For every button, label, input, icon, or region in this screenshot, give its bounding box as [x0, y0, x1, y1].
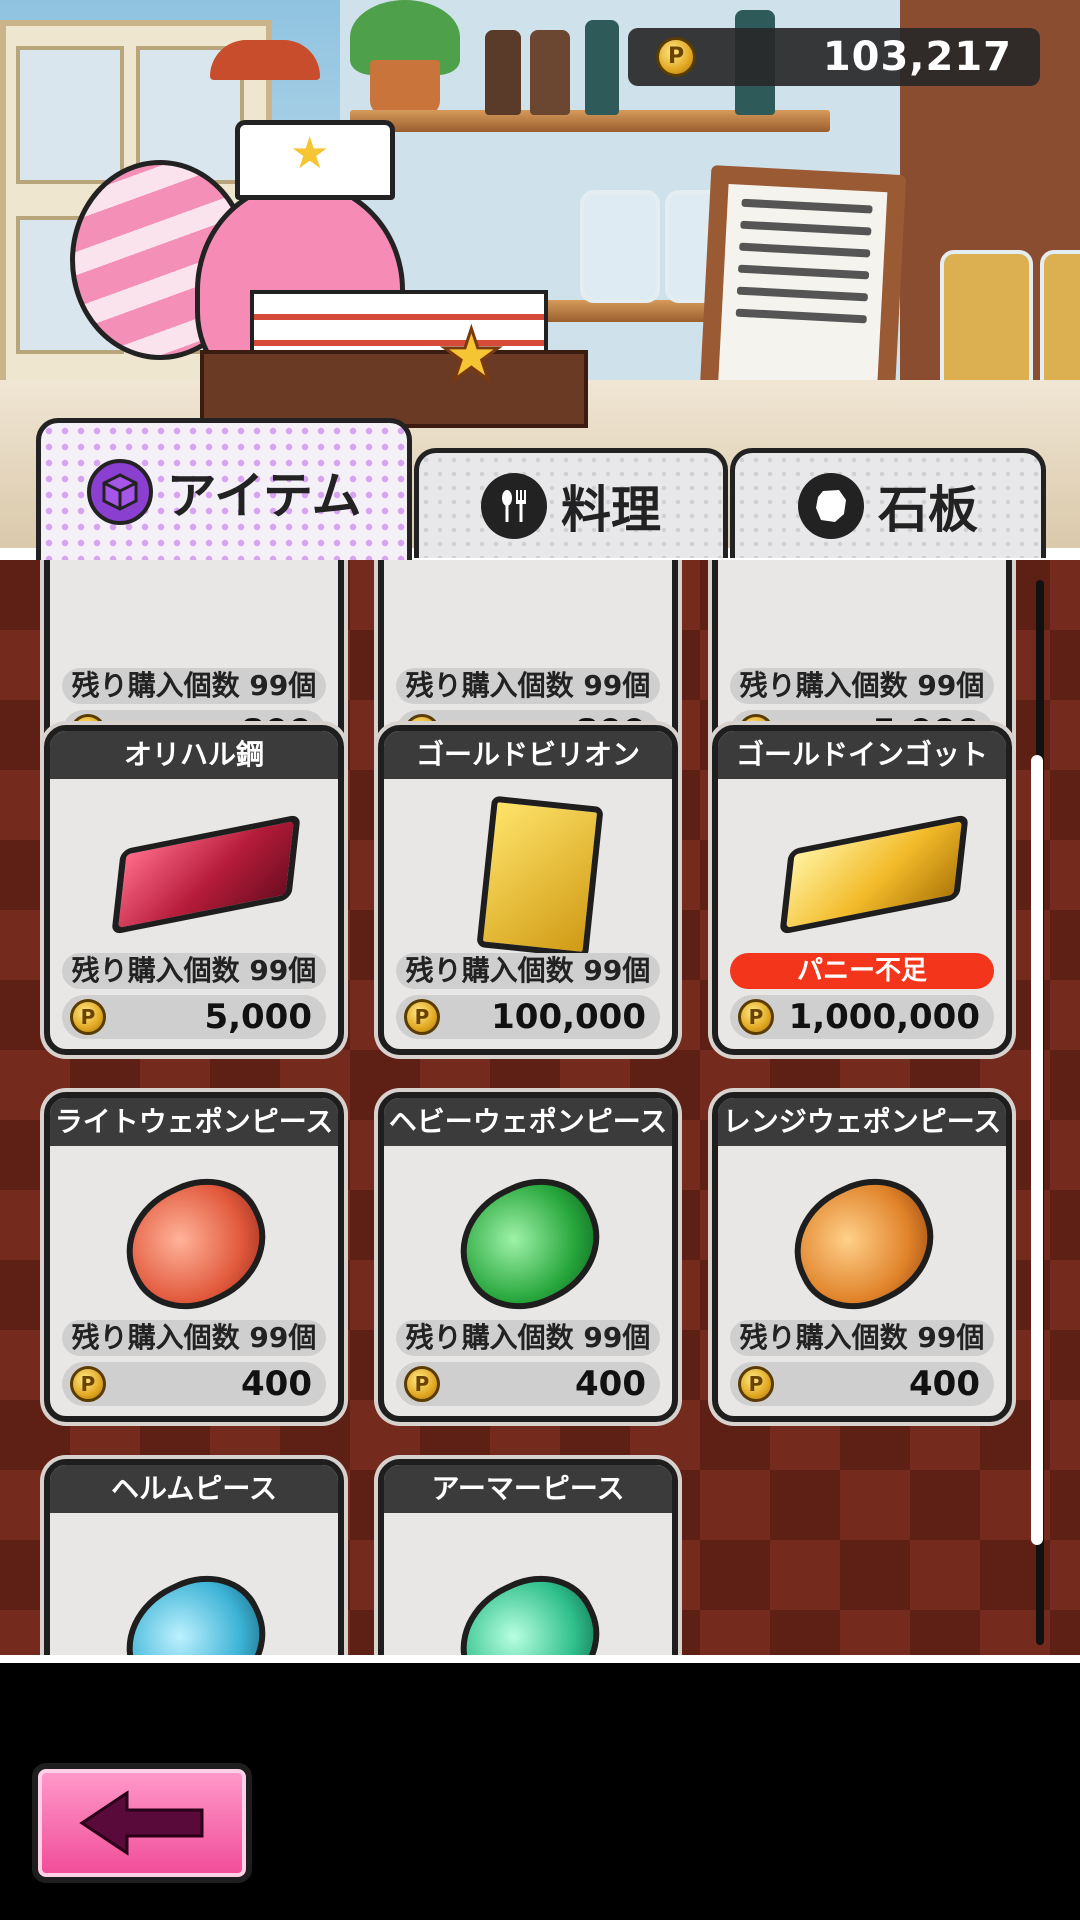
tab-cooking[interactable]: 料理 [414, 448, 728, 558]
item-name: ヘルムピース [50, 1465, 338, 1513]
price-value: 100,000 [491, 997, 646, 1037]
bottle [485, 30, 521, 115]
remaining-stock: 残り購入個数 99個 [396, 668, 660, 704]
item-price: P 400 [730, 1362, 994, 1406]
gem-shape [439, 1158, 621, 1330]
coin-icon: P [70, 999, 106, 1035]
bullion-shape [476, 795, 604, 959]
hat-star-icon: ★ [290, 128, 330, 179]
price-value: 1,000,000 [788, 997, 980, 1037]
shop-item-grid[interactable]: 残り購入個数 99個 P 800 残り購入個数 99個 P 800 残り購入個数… [0, 560, 1080, 1658]
coin-icon: P [404, 999, 440, 1035]
orange-gem-icon [773, 1158, 955, 1330]
crate [200, 350, 588, 428]
currency-amount: 103,217 [822, 34, 1012, 80]
ingot-shape [779, 814, 969, 935]
tab-label: 石板 [878, 480, 978, 539]
item-name: ライトウェポンピース [50, 1098, 338, 1146]
remaining-stock: 残り購入個数 99個 [62, 668, 326, 704]
red-gem-icon [105, 1158, 287, 1330]
blue-helm-piece-icon [105, 1555, 287, 1658]
item-price: P 400 [396, 1362, 660, 1406]
shop-item-card[interactable]: オリハル鋼 残り購入個数 99個 P 5,000 [44, 725, 344, 1055]
shop-item-card[interactable]: アーマーピース [378, 1459, 678, 1658]
ingot-shape [111, 814, 301, 935]
panel-bottom-border [0, 1655, 1080, 1663]
remaining-stock: 残り購入個数 99個 [730, 668, 994, 704]
remaining-stock: 残り購入個数 99個 [730, 1320, 994, 1356]
shop-item-card[interactable]: ヘビーウェポンピース 残り購入個数 99個 P 400 [378, 1092, 678, 1422]
gem-shape [773, 1158, 955, 1330]
stone-tablet-icon [798, 472, 864, 539]
remaining-stock: 残り購入個数 99個 [62, 1320, 326, 1356]
item-name: ゴールドインゴット [718, 731, 1006, 779]
insufficient-funds-badge: パニー不足 [730, 953, 994, 989]
item-name: アーマーピース [384, 1465, 672, 1513]
item-name: ヘビーウェポンピース [384, 1098, 672, 1146]
ceiling-lamp [210, 40, 320, 80]
scrollbar-thumb[interactable] [1031, 755, 1043, 1545]
tab-stone-tablet[interactable]: 石板 [730, 448, 1046, 558]
item-price: P 100,000 [396, 995, 660, 1039]
tab-label: アイテム [166, 466, 362, 525]
item-name: ゴールドビリオン [384, 731, 672, 779]
shop-item-card[interactable]: レンジウェポンピース 残り購入個数 99個 P 400 [712, 1092, 1012, 1422]
green-gem-icon [439, 1158, 621, 1330]
price-value: 400 [909, 1364, 980, 1404]
remaining-stock: 残り購入個数 99個 [396, 1320, 660, 1356]
bottle [585, 20, 619, 115]
gold-ingot-icon [778, 801, 969, 941]
shop-item-card[interactable]: ヘルムピース [44, 1459, 344, 1658]
star-badge-icon: ★ [439, 314, 505, 396]
tab-label: 料理 [561, 480, 661, 539]
cube-icon [86, 458, 153, 525]
item-price: P 400 [62, 1362, 326, 1406]
coin-icon: P [656, 37, 696, 77]
jar [580, 190, 660, 303]
remaining-stock: 残り購入個数 99個 [62, 953, 326, 989]
gem-shape [439, 1555, 621, 1658]
gem-shape [105, 1158, 287, 1330]
shop-item-card[interactable]: ライトウェポンピース 残り購入個数 99個 P 400 [44, 1092, 344, 1422]
fork-spoon-icon [481, 472, 547, 539]
back-button[interactable] [32, 1763, 252, 1883]
gem-shape [105, 1555, 287, 1658]
price-value: 400 [241, 1364, 312, 1404]
coin-icon: P [738, 1366, 774, 1402]
shop-item-card[interactable]: ゴールドインゴット パニー不足 P 1,000,000 [712, 725, 1012, 1055]
orichalcum-ingot-icon [110, 801, 301, 941]
teal-armor-piece-icon [439, 1555, 621, 1658]
item-name: オリハル鋼 [50, 731, 338, 779]
tab-items[interactable]: アイテム [36, 418, 412, 560]
price-value: 5,000 [204, 997, 312, 1037]
plant-pot [370, 60, 440, 115]
price-value: 400 [575, 1364, 646, 1404]
gold-bullion-icon [444, 795, 614, 959]
bottle [530, 30, 570, 115]
item-price: P 1,000,000 [730, 995, 994, 1039]
coin-icon: P [404, 1366, 440, 1402]
currency-display: P 103,217 [628, 28, 1040, 86]
shop-item-card[interactable]: ゴールドビリオン 残り購入個数 99個 P 100,000 [378, 725, 678, 1055]
coin-icon: P [738, 999, 774, 1035]
item-price: P 5,000 [62, 995, 326, 1039]
coin-icon: P [70, 1366, 106, 1402]
remaining-stock: 残り購入個数 99個 [396, 953, 660, 989]
item-name: レンジウェポンピース [718, 1098, 1006, 1146]
back-arrow-icon [79, 1790, 204, 1856]
